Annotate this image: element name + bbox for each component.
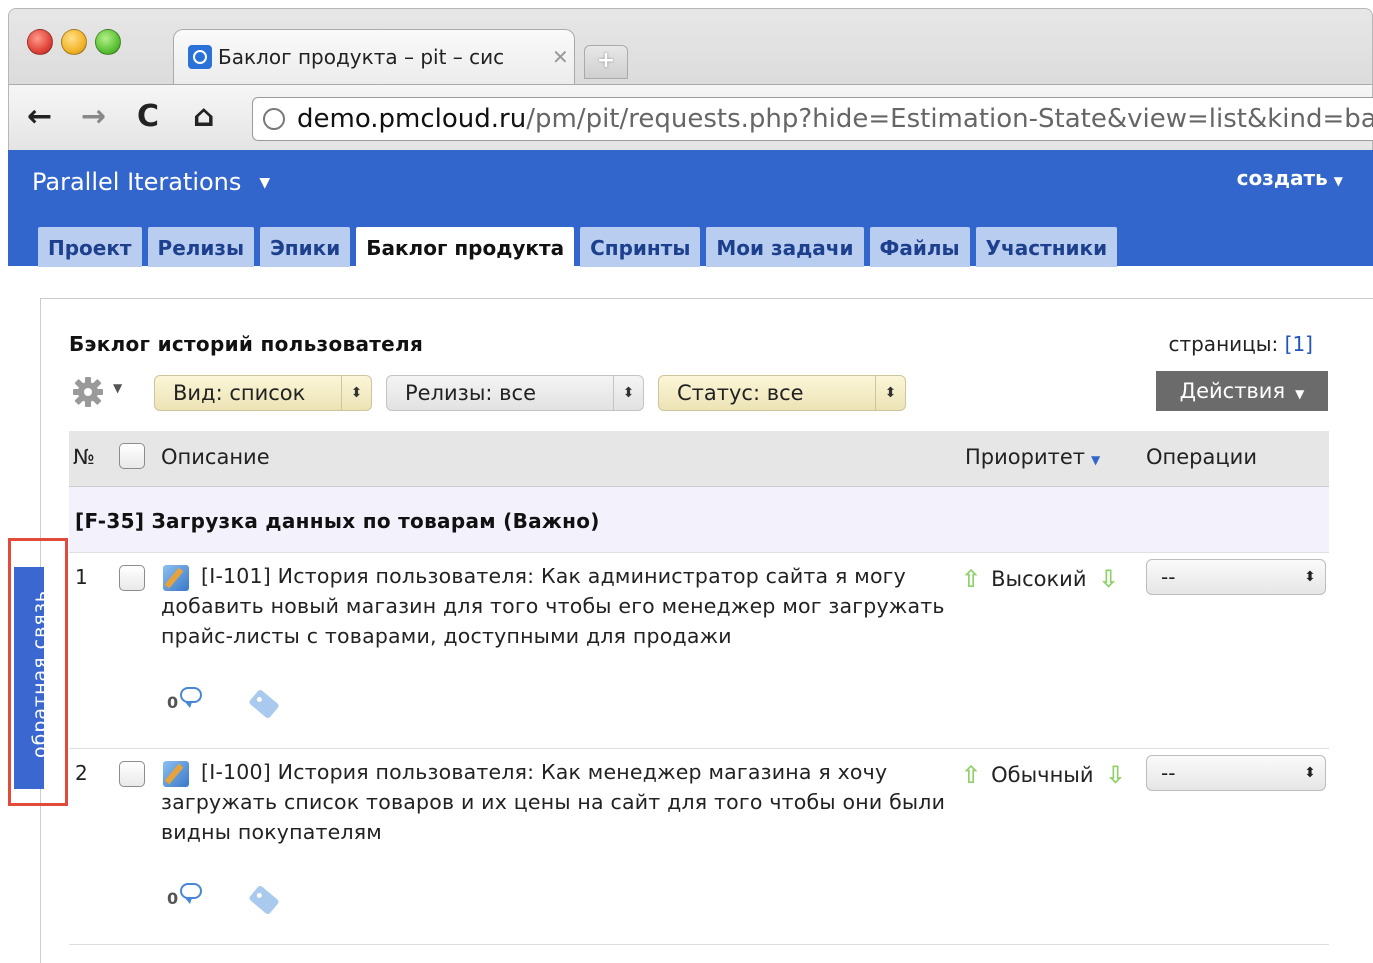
table-row: 2 [I-100] История пользователя: Как мене… [69, 749, 1329, 945]
column-num: № [73, 445, 95, 469]
actions-button[interactable]: Действия ▼ [1156, 371, 1328, 411]
feedback-tab[interactable]: обратная связь [14, 567, 51, 789]
create-label: создать [1236, 166, 1328, 190]
tab-releases[interactable]: Релизы [147, 227, 255, 267]
priority-value: Высокий [991, 567, 1087, 591]
zoom-window-button[interactable] [95, 29, 121, 55]
column-priority-label: Приоритет [965, 445, 1085, 469]
back-icon[interactable]: ← [27, 99, 52, 134]
gear-icon[interactable] [71, 375, 105, 409]
select-arrows-icon: ⬍ [1304, 569, 1316, 585]
table-row: 1 [I-101] История пользователя: Как адми… [69, 553, 1329, 749]
comments-link[interactable]: 0 [167, 883, 203, 908]
select-arrows-icon: ⬍ [1304, 765, 1316, 781]
page-link[interactable]: [1] [1285, 332, 1313, 356]
priority-up-icon[interactable]: ⇧ [961, 761, 981, 789]
favicon-icon [188, 45, 212, 69]
main-nav: Проект Релизы Эпики Баклог продукта Спри… [38, 227, 1123, 268]
table-header: № Описание Приоритет ▼ Операции [69, 431, 1329, 487]
status-filter-value: Статус: все [677, 381, 804, 405]
minimize-window-button[interactable] [61, 29, 87, 55]
row-checkbox[interactable] [119, 761, 145, 787]
row-description[interactable]: [I-100] История пользователя: Как менедж… [161, 757, 951, 847]
feature-group-row: [F-35] Загрузка данных по товарам (Важно… [69, 487, 1329, 553]
row-checkbox[interactable] [119, 565, 145, 591]
caret-down-icon: ▼ [1295, 387, 1305, 401]
priority-cell: ⇧ Обычный ⇩ [961, 761, 1126, 789]
tab-epics[interactable]: Эпики [260, 227, 351, 267]
tab-project[interactable]: Проект [38, 227, 142, 267]
sort-caret-icon: ▼ [1090, 453, 1101, 467]
select-all-checkbox[interactable] [119, 443, 145, 469]
url-host: demo.pmcloud.ru [297, 104, 527, 134]
group-title[interactable]: [F-35] Загрузка данных по товарам (Важно… [75, 509, 600, 533]
tab-my-tasks[interactable]: Мои задачи [706, 227, 864, 267]
browser-window: Баклог продукта – pit – сис ✕ + ← → C ⌂ … [8, 8, 1373, 151]
comments-count: 0 [167, 889, 179, 908]
row-number: 2 [75, 761, 88, 785]
priority-cell: ⇧ Высокий ⇩ [961, 565, 1119, 593]
home-icon[interactable]: ⌂ [193, 99, 214, 134]
pagination: страницы: [1] [1168, 332, 1313, 356]
browser-toolbar: ← → C ⌂ demo.pmcloud.ru/pm/pit/requests.… [9, 84, 1373, 151]
comments-link[interactable]: 0 [167, 687, 203, 712]
operations-select[interactable]: -- ⬍ [1146, 755, 1326, 791]
address-bar[interactable]: demo.pmcloud.ru/pm/pit/requests.php?hide… [252, 97, 1373, 141]
operations-value: -- [1161, 565, 1176, 589]
select-arrows-icon: ⬍ [613, 376, 643, 410]
actions-label: Действия [1179, 379, 1286, 403]
app-header: Parallel Iterations ▼ создать ▼ Проект Рел… [8, 150, 1373, 268]
status-filter-select[interactable]: Статус: все ⬍ [658, 375, 906, 411]
create-menu[interactable]: создать ▼ [1237, 166, 1343, 190]
row-description[interactable]: [I-101] История пользователя: Как админи… [161, 561, 951, 651]
url-path: /pm/pit/requests.php?hide=Estimation-Sta… [526, 104, 1373, 134]
select-arrows-icon: ⬍ [875, 376, 905, 410]
list-title: Бэклог историй пользователя [69, 332, 424, 356]
tab-product-backlog[interactable]: Баклог продукта [356, 227, 575, 268]
comment-bubble-icon [180, 883, 203, 904]
caret-down-icon[interactable]: ▼ [113, 381, 122, 395]
tag-icon[interactable] [248, 884, 280, 916]
view-filter-select[interactable]: Вид: список ⬍ [154, 375, 372, 411]
comments-count: 0 [167, 693, 179, 712]
operations-select[interactable]: -- ⬍ [1146, 559, 1326, 595]
releases-filter-value: Релизы: все [405, 381, 536, 405]
priority-down-icon[interactable]: ⇩ [1098, 565, 1118, 593]
view-filter-value: Вид: список [173, 381, 306, 405]
tab-members[interactable]: Участники [975, 227, 1118, 267]
column-operations: Операции [1146, 445, 1257, 469]
column-priority[interactable]: Приоритет ▼ [965, 445, 1100, 469]
priority-value: Обычный [991, 763, 1094, 787]
priority-down-icon[interactable]: ⇩ [1106, 761, 1126, 789]
new-tab-button[interactable]: + [584, 45, 628, 79]
select-arrows-icon: ⬍ [341, 376, 371, 410]
project-title: Parallel Iterations [32, 168, 242, 196]
column-description: Описание [161, 445, 270, 469]
feedback-label: обратная связь [29, 589, 51, 759]
tab-close-icon[interactable]: ✕ [552, 45, 569, 69]
caret-down-icon: ▼ [1333, 174, 1343, 188]
tag-icon[interactable] [248, 688, 280, 720]
tab-sprints[interactable]: Спринты [580, 227, 701, 267]
comment-bubble-icon [180, 687, 203, 708]
forward-icon[interactable]: → [81, 99, 106, 134]
backlog-panel: Бэклог историй пользователя страницы: [1… [40, 298, 1373, 963]
operations-value: -- [1161, 761, 1176, 785]
close-window-button[interactable] [27, 29, 53, 55]
tab-files[interactable]: Файлы [869, 227, 970, 267]
tab-title: Баклог продукта – pit – сис [218, 45, 505, 69]
priority-up-icon[interactable]: ⇧ [961, 565, 981, 593]
browser-tab[interactable]: Баклог продукта – pit – сис ✕ [173, 29, 575, 84]
row-number: 1 [75, 565, 88, 589]
project-selector[interactable]: Parallel Iterations ▼ [32, 168, 270, 196]
globe-icon [263, 108, 285, 130]
caret-down-icon: ▼ [259, 175, 271, 191]
reload-icon[interactable]: C [137, 99, 159, 134]
releases-filter-select[interactable]: Релизы: все ⬍ [386, 375, 644, 411]
pages-label: страницы: [1168, 332, 1279, 356]
